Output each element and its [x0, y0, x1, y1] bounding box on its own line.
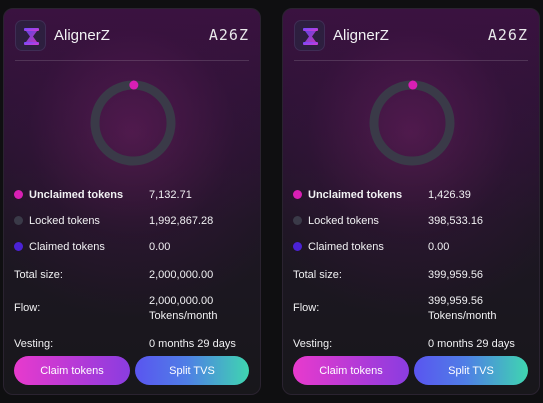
flow-unit: Tokens/month [149, 310, 218, 322]
donut-track [90, 80, 176, 166]
vesting-card: AlignerZ A26Z Unclaimed tokens 1,426.39 … [282, 8, 540, 395]
flow-value: 2,000,000.00 [149, 295, 214, 307]
card-header: AlignerZ A26Z [294, 20, 528, 60]
unclaimed-legend-dot [14, 190, 23, 199]
token-ticker: A26Z [208, 26, 249, 44]
locked-legend-dot [293, 216, 302, 225]
token-ticker: A26Z [487, 26, 528, 44]
vesting-value: 0 months 29 days [149, 338, 236, 350]
app-name: AlignerZ [333, 27, 389, 44]
flow-unit: Tokens/month [428, 310, 497, 322]
claimed-tokens-value: 0.00 [428, 241, 450, 253]
total-size-value: 399,959.56 [428, 269, 484, 281]
split-tvs-button[interactable]: Split TVS [135, 356, 249, 385]
locked-legend-dot [14, 216, 23, 225]
locked-tokens-value: 398,533.16 [428, 215, 484, 227]
unclaimed-tokens-label: Unclaimed tokens [29, 189, 124, 201]
vesting-cards: AlignerZ A26Z Unclaimed tokens 7,132.71 … [0, 0, 543, 403]
claimed-tokens-value: 0.00 [149, 241, 171, 253]
total-size-label: Total size: [293, 269, 342, 281]
header-divider [294, 60, 528, 61]
donut-track [369, 80, 455, 166]
claimed-tokens-label: Claimed tokens [29, 241, 105, 253]
header-divider [15, 60, 249, 61]
claim-tokens-button[interactable]: Claim tokens [14, 356, 130, 385]
vesting-label: Vesting: [14, 338, 54, 350]
flow-value: 399,959.56 [428, 295, 484, 307]
claimed-tokens-label: Claimed tokens [308, 241, 384, 253]
flow-label: Flow: [293, 302, 320, 314]
vesting-card: AlignerZ A26Z Unclaimed tokens 7,132.71 … [3, 8, 261, 395]
unclaimed-tokens-value: 7,132.71 [149, 189, 192, 201]
locked-tokens-value: 1,992,867.28 [149, 215, 214, 227]
unclaimed-tokens-label: Unclaimed tokens [308, 189, 403, 201]
hourglass-icon [15, 20, 46, 51]
unclaimed-legend-dot [293, 190, 302, 199]
unclaimed-tokens-value: 1,426.39 [428, 189, 471, 201]
vesting-label: Vesting: [293, 338, 333, 350]
donut-marker-unclaimed [408, 80, 418, 90]
split-tvs-button[interactable]: Split TVS [414, 356, 528, 385]
locked-tokens-label: Locked tokens [29, 215, 100, 227]
total-size-label: Total size: [14, 269, 63, 281]
claimed-legend-dot [14, 242, 23, 251]
claimed-legend-dot [293, 242, 302, 251]
claim-tokens-button[interactable]: Claim tokens [293, 356, 409, 385]
total-size-value: 2,000,000.00 [149, 269, 214, 281]
locked-tokens-label: Locked tokens [308, 215, 379, 227]
token-distribution-donut [90, 80, 176, 166]
donut-marker-unclaimed [129, 80, 139, 90]
app-name: AlignerZ [54, 27, 110, 44]
hourglass-icon [294, 20, 325, 51]
vesting-value: 0 months 29 days [428, 338, 515, 350]
token-distribution-donut [369, 80, 455, 166]
card-header: AlignerZ A26Z [15, 20, 249, 60]
flow-label: Flow: [14, 302, 41, 314]
